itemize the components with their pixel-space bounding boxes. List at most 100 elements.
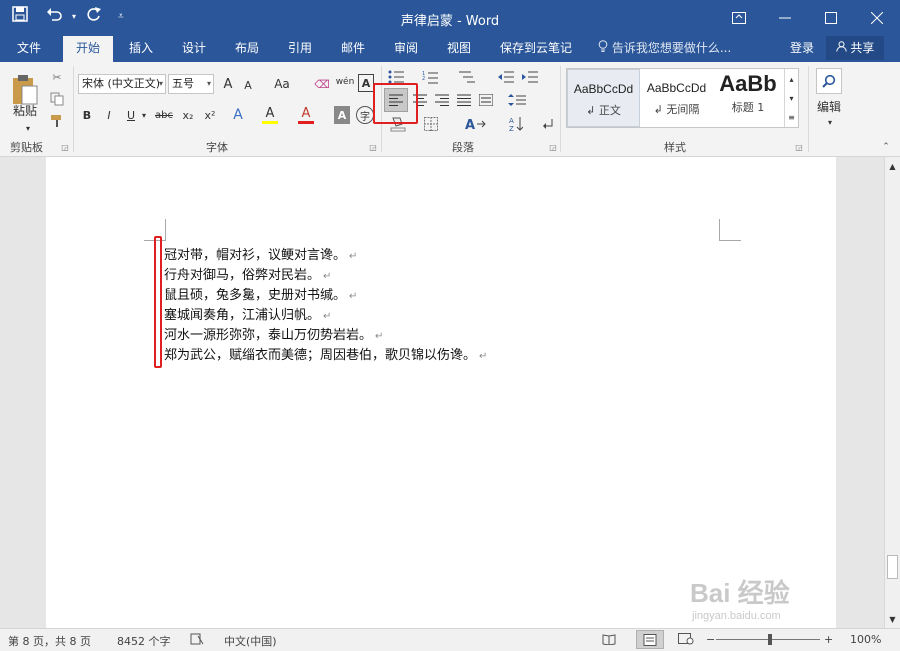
underline-button[interactable]: U [124, 106, 138, 124]
increase-indent-icon[interactable] [520, 68, 540, 86]
decrease-indent-icon[interactable] [496, 68, 516, 86]
text-effects-icon[interactable]: A [230, 106, 246, 124]
copy-icon[interactable] [48, 90, 66, 108]
tab-design[interactable]: 设计 [170, 36, 218, 62]
tab-mailings[interactable]: 邮件 [329, 36, 377, 62]
style-heading-1[interactable]: AaBb 标题 1 [713, 69, 783, 127]
cut-icon[interactable]: ✂ [48, 68, 66, 86]
chevron-down-icon: ▾ [206, 79, 211, 88]
paragraph-launcher-icon[interactable]: ◲ [548, 142, 558, 152]
zoom-level[interactable]: 100% [850, 633, 881, 646]
enclose-char-icon[interactable]: 字 [356, 106, 374, 124]
font-name-combo[interactable]: 宋体 (中文正文) ▾ [78, 74, 166, 94]
change-case-icon[interactable]: Aa [268, 74, 296, 94]
svg-text:2: 2 [422, 76, 425, 82]
bold-button[interactable]: B [80, 106, 94, 124]
show-marks-icon[interactable] [540, 114, 556, 134]
document-line[interactable]: 鼠且硕，兔多毚，史册对书缄。 ↵ [164, 284, 357, 303]
window-controls [716, 0, 900, 36]
highlight-box [373, 83, 418, 124]
char-shading-icon[interactable]: A [334, 106, 350, 124]
document-line[interactable]: 郑为武公，赋缁衣而美德；周因巷伯，歌贝锦以伤谗。 ↵ [164, 344, 487, 363]
login-link[interactable]: 登录 [790, 36, 814, 60]
tab-home[interactable]: 开始 [63, 36, 113, 62]
shrink-font-icon[interactable]: A [240, 76, 256, 94]
web-layout-icon[interactable] [678, 633, 694, 648]
tab-insert[interactable]: 插入 [117, 36, 165, 62]
minimize-icon[interactable] [762, 0, 808, 36]
chevron-down-icon[interactable]: ▾ [824, 116, 836, 128]
vertical-scrollbar[interactable]: ▲ ▼ [884, 157, 900, 628]
scrollbar-thumb[interactable] [887, 555, 898, 579]
scroll-up-icon[interactable]: ▲ [885, 159, 900, 173]
format-painter-icon[interactable] [48, 112, 66, 130]
print-layout-icon[interactable] [636, 630, 664, 649]
tab-cloud-notes[interactable]: 保存到云笔记 [490, 36, 582, 62]
zoom-out-button[interactable]: − [706, 633, 715, 646]
paste-label[interactable]: 粘贴 [8, 102, 42, 118]
scroll-down-icon[interactable]: ▼ [885, 612, 900, 626]
document-line[interactable]: 行舟对御马，俗弊对民岩。 ↵ [164, 264, 331, 283]
document-line[interactable]: 塞城闻奏角，江浦认归帆。 ↵ [164, 304, 331, 323]
document-line[interactable]: 冠对带，帽对衫，议鲠对言谗。 ↵ [164, 244, 357, 263]
styles-launcher-icon[interactable]: ◲ [794, 142, 804, 152]
numbering-icon[interactable]: 12 [420, 68, 448, 86]
style-no-spacing[interactable]: AaBbCcDd ↲ 无间隔 [640, 69, 713, 127]
selection-marker [154, 236, 162, 368]
search-icon [822, 74, 836, 88]
close-icon[interactable] [854, 0, 900, 36]
page-indicator[interactable]: 第 8 页，共 8 页 [8, 633, 91, 649]
font-size-combo[interactable]: 五号 ▾ [168, 74, 214, 94]
share-button[interactable]: 共享 [826, 36, 884, 60]
clipboard-launcher-icon[interactable]: ◲ [60, 142, 70, 152]
editing-label[interactable]: 编辑 [814, 98, 844, 114]
subscript-button[interactable]: x₂ [180, 106, 196, 124]
ribbon-display-icon[interactable] [716, 0, 762, 36]
align-right-icon[interactable] [432, 88, 452, 112]
font-launcher-icon[interactable]: ◲ [368, 142, 378, 152]
phonetic-guide-icon[interactable]: wén [335, 70, 355, 94]
sort-icon[interactable]: AZ [506, 114, 526, 134]
zoom-in-button[interactable]: + [824, 633, 833, 646]
language-indicator[interactable]: 中文(中国) [224, 633, 277, 649]
zoom-slider-thumb[interactable] [768, 634, 772, 645]
chevron-down-icon[interactable]: ▾ [140, 106, 148, 124]
watermark-brand: Bai 经验 [690, 578, 790, 608]
scroll-down-icon[interactable]: ▾ [785, 90, 798, 106]
more-styles-icon[interactable]: ≡ [785, 109, 798, 125]
proofing-icon[interactable] [190, 633, 204, 648]
italic-button[interactable]: I [102, 106, 116, 124]
strikethrough-button[interactable]: abc [154, 106, 174, 124]
chevron-down-icon: ▾ [158, 79, 163, 88]
char-border-icon[interactable]: A [358, 74, 374, 92]
clipboard-group-label: 剪贴板 [10, 141, 43, 154]
collapse-ribbon-icon[interactable]: ⌃ [880, 142, 892, 152]
paste-dropdown-icon[interactable]: ▾ [22, 122, 34, 134]
tab-view[interactable]: 视图 [435, 36, 483, 62]
multilevel-list-icon[interactable] [454, 68, 484, 86]
editing-button[interactable] [816, 68, 842, 94]
tab-layout[interactable]: 布局 [223, 36, 271, 62]
tab-review[interactable]: 审阅 [382, 36, 430, 62]
line-spacing-icon[interactable] [504, 88, 532, 112]
document-page[interactable]: 冠对带，帽对衫，议鲠对言谗。 ↵ 行舟对御马，俗弊对民岩。 ↵ 鼠且硕，兔多毚，史册… [46, 157, 836, 628]
scroll-up-icon[interactable]: ▴ [785, 71, 798, 87]
borders-icon[interactable] [420, 114, 442, 134]
grow-font-icon[interactable]: A [220, 74, 236, 94]
justify-icon[interactable] [454, 88, 474, 112]
word-count[interactable]: 8452 个字 [117, 633, 171, 649]
document-line[interactable]: 河水一源形弥弥，泰山万仞势岩岩。 ↵ [164, 324, 383, 343]
tab-references[interactable]: 引用 [276, 36, 324, 62]
style-normal[interactable]: AaBbCcDd ↲ 正文 [567, 69, 640, 127]
distributed-icon[interactable] [476, 88, 496, 112]
font-color-icon[interactable]: A [298, 106, 314, 124]
chinese-layout-icon[interactable]: A [462, 114, 490, 134]
highlight-icon[interactable]: A [262, 106, 278, 124]
maximize-icon[interactable] [808, 0, 854, 36]
para-mark: ↵ [479, 351, 488, 362]
superscript-button[interactable]: x² [202, 106, 218, 124]
read-mode-icon[interactable] [602, 633, 616, 648]
tab-file[interactable]: 文件 [0, 36, 58, 62]
tell-me-box[interactable]: 告诉我您想要做什么... [598, 36, 731, 62]
clear-format-icon[interactable]: ⌫ [313, 74, 331, 94]
